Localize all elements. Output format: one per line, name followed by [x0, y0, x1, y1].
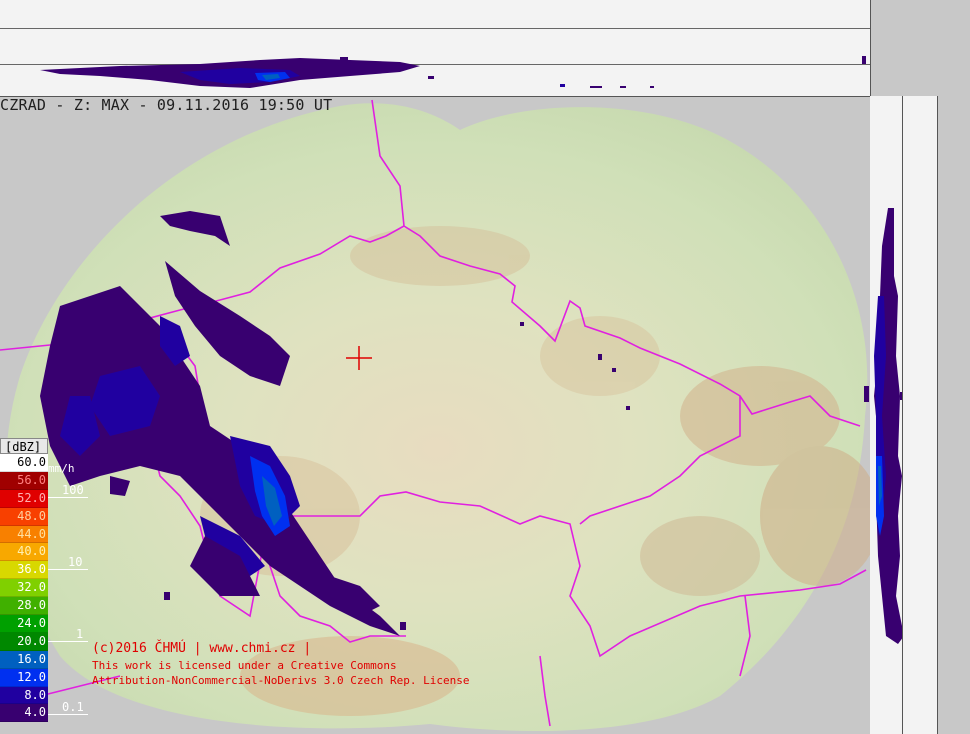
color-legend: [dBZ] 60.0 56.0 52.0 48.0 44.0 40.0 36.0 32.0 28…: [0, 438, 90, 723]
legend-level: 20.0: [0, 632, 48, 651]
top-profile-echoes: [40, 56, 866, 88]
rain-label-0.1: 0.1: [62, 700, 84, 714]
legend-level: 4.0: [0, 704, 48, 723]
rain-label-10: 10: [68, 555, 83, 569]
copyright-notice: (c)2016 ČHMÚ | www.chmi.cz | This work i…: [92, 640, 470, 688]
rain-label-1: 1: [76, 627, 84, 641]
radar-viewer: CZRAD - Z: MAX - 09.11.2016 19:50 UT [dB…: [0, 0, 970, 734]
legend-unit: [dBZ]: [0, 438, 48, 454]
legend-level: 56.0: [0, 471, 48, 490]
copyright-line-1: (c)2016 ČHMÚ | www.chmi.cz |: [92, 641, 312, 656]
right-profile-panel-2: [903, 96, 938, 734]
legend-level: 32.0: [0, 579, 48, 598]
legend-level: 44.0: [0, 525, 48, 544]
map-title: CZRAD - Z: MAX - 09.11.2016 19:50 UT: [0, 96, 333, 114]
legend-level: 8.0: [0, 686, 48, 705]
rain-tick-100: [48, 497, 88, 498]
right-profile-panel: [870, 96, 903, 734]
legend-level: 36.0: [0, 561, 48, 580]
right-profile-echoes: [874, 208, 902, 644]
copyright-line-3: Attribution-NonCommercial-NoDerivs 3.0 C…: [92, 674, 470, 687]
rain-tick-1: [48, 641, 88, 642]
legend-level: 60.0: [0, 454, 48, 472]
legend-level: 48.0: [0, 507, 48, 526]
legend-level: 12.0: [0, 668, 48, 687]
legend-level: 52.0: [0, 489, 48, 508]
rain-rate-unit: mm/h: [48, 462, 75, 475]
legend-level: 16.0: [0, 650, 48, 669]
legend-level: 24.0: [0, 615, 48, 633]
rain-tick-0.1: [48, 714, 88, 715]
copyright-line-2: This work is licensed under a Creative C…: [92, 659, 397, 672]
rain-tick-10: [48, 569, 88, 570]
top-profile-panel: [0, 0, 870, 97]
radar-map: [0, 99, 870, 731]
legend-level: 28.0: [0, 597, 48, 616]
legend-level: 40.0: [0, 543, 48, 562]
rain-label-100: 100: [62, 483, 84, 497]
